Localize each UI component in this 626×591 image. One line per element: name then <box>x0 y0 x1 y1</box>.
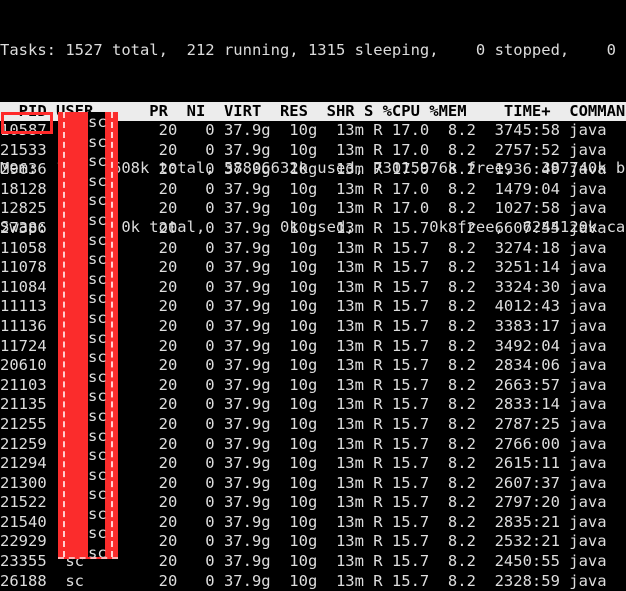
table-row[interactable]: 11113 sc 20 0 37.9g 10g 13m R 15.7 8.2 4… <box>0 297 626 317</box>
table-header-row[interactable]: PID USER PR NI VIRT RES SHR S %CPU %MEM … <box>0 102 626 121</box>
table-row[interactable]: 11078 sc 20 0 37.9g 10g 13m R 15.7 8.2 3… <box>0 258 626 278</box>
table-row[interactable]: 11136 sc 20 0 37.9g 10g 13m R 15.7 8.2 3… <box>0 317 626 337</box>
table-row[interactable]: 29636 sc 20 0 37.9g 10g 13m R 17.0 8.2 1… <box>0 160 626 180</box>
table-row[interactable]: 21135 sc 20 0 37.9g 10g 13m R 15.7 8.2 2… <box>0 395 626 415</box>
table-row[interactable]: 21300 sc 20 0 37.9g 10g 13m R 15.7 8.2 2… <box>0 474 626 494</box>
table-row[interactable]: 12825 sc 20 0 37.9g 10g 13m R 17.0 8.2 1… <box>0 199 626 219</box>
process-rows: 10587 sc 20 0 37.9g 10g 13m R 17.0 8.2 3… <box>0 121 626 591</box>
process-table: PID USER PR NI VIRT RES SHR S %CPU %MEM … <box>0 102 626 591</box>
summary-line-tasks: Tasks: 1527 total, 212 running, 1315 sle… <box>0 41 626 60</box>
table-row[interactable]: 20610 sc 20 0 37.9g 10g 13m R 15.7 8.2 2… <box>0 356 626 376</box>
table-row[interactable]: 18128 sc 20 0 37.9g 10g 13m R 17.0 8.2 1… <box>0 180 626 200</box>
table-row[interactable]: 11724 sc 20 0 37.9g 10g 13m R 15.7 8.2 3… <box>0 337 626 357</box>
table-row[interactable]: 27386 sc 20 0 37.9g 10g 13m R 15.7 8.2 6… <box>0 219 626 239</box>
table-row[interactable]: 21259 sc 20 0 37.9g 10g 13m R 15.7 8.2 2… <box>0 435 626 455</box>
table-row[interactable]: 21103 sc 20 0 37.9g 10g 13m R 15.7 8.2 2… <box>0 376 626 396</box>
table-row[interactable]: 22929 sc 20 0 37.9g 10g 13m R 15.7 8.2 2… <box>0 532 626 552</box>
table-row[interactable]: 10587 sc 20 0 37.9g 10g 13m R 17.0 8.2 3… <box>0 121 626 141</box>
table-row[interactable]: 21255 sc 20 0 37.9g 10g 13m R 15.7 8.2 2… <box>0 415 626 435</box>
table-row[interactable]: 23355 sc 20 0 37.9g 10g 13m R 15.7 8.2 2… <box>0 552 626 572</box>
table-row[interactable]: 21294 sc 20 0 37.9g 10g 13m R 15.7 8.2 2… <box>0 454 626 474</box>
table-row[interactable]: 11084 sc 20 0 37.9g 10g 13m R 15.7 8.2 3… <box>0 278 626 298</box>
table-row[interactable]: 21533 sc 20 0 37.9g 10g 13m R 17.0 8.2 2… <box>0 141 626 161</box>
table-row[interactable]: 21522 sc 20 0 37.9g 10g 13m R 15.7 8.2 2… <box>0 493 626 513</box>
table-row[interactable]: 26188 sc 20 0 37.9g 10g 13m R 15.7 8.2 2… <box>0 572 626 591</box>
table-row[interactable]: 21540 sc 20 0 37.9g 10g 13m R 15.7 8.2 2… <box>0 513 626 533</box>
table-row[interactable]: 11058 sc 20 0 37.9g 10g 13m R 15.7 8.2 3… <box>0 239 626 259</box>
